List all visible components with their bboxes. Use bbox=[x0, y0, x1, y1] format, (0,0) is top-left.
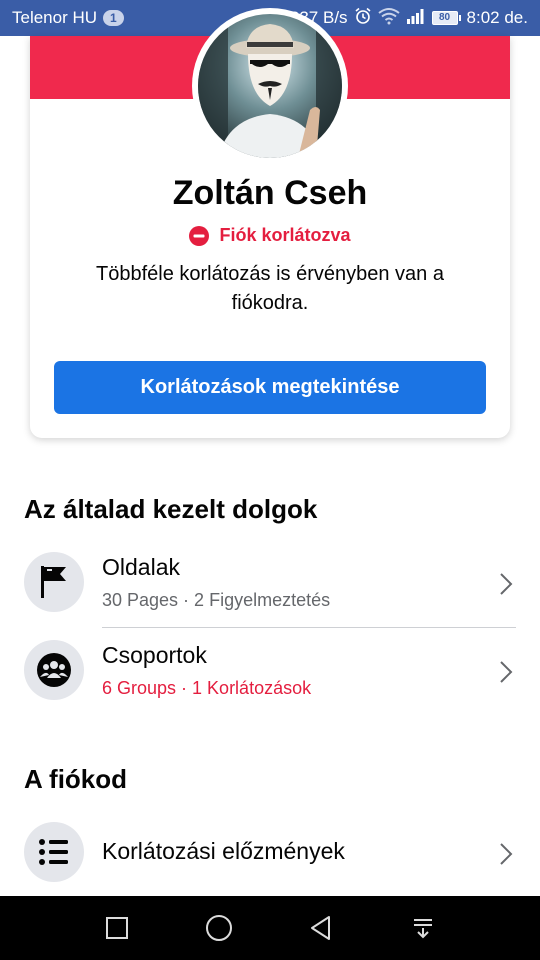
recents-square-icon[interactable] bbox=[97, 908, 137, 948]
account-restricted-status: Fiók korlátozva bbox=[30, 225, 510, 246]
managed-section-title: Az általad kezelt dolgok bbox=[24, 494, 318, 524]
battery-level: 80 bbox=[431, 11, 458, 25]
avatar[interactable] bbox=[192, 8, 348, 164]
notification-count-badge: 1 bbox=[103, 10, 124, 26]
flag-icon bbox=[24, 552, 84, 612]
restriction-history-title: Korlátozási előzmények bbox=[102, 838, 345, 864]
home-circle-icon[interactable] bbox=[199, 908, 239, 948]
clock: 8:02 de. bbox=[466, 8, 528, 27]
signal-icon bbox=[406, 8, 426, 29]
restricted-icon bbox=[189, 225, 210, 246]
chevron-right-icon bbox=[498, 660, 514, 684]
view-restrictions-button[interactable]: Korlátozások megtekintése bbox=[54, 361, 486, 414]
account-section-title: A fiókod bbox=[24, 764, 128, 794]
avatar-photo bbox=[198, 14, 342, 158]
notification-shade-icon[interactable] bbox=[403, 908, 443, 948]
profile-name: Zoltán Cseh bbox=[172, 174, 368, 212]
pages-title: Oldalak bbox=[102, 554, 180, 580]
list-item-restriction-history[interactable]: Korlátozási előzmények bbox=[0, 815, 540, 891]
list-icon bbox=[24, 822, 84, 882]
carrier-name: Telenor HU bbox=[12, 8, 98, 27]
battery-icon: 80 bbox=[431, 11, 461, 25]
profile-card: Zoltán Cseh Fiók korlátozva Többféle kor… bbox=[30, 8, 510, 438]
alarm-icon bbox=[354, 7, 372, 30]
restriction-description: Többféle korlátozás is érvényben van a f… bbox=[96, 263, 444, 314]
screen: Telenor HU 1 237 B/s 80 8:02 de. Zoltán … bbox=[0, 0, 540, 960]
groups-title: Csoportok bbox=[102, 642, 207, 668]
chevron-right-icon bbox=[498, 842, 514, 866]
list-item-groups[interactable]: Csoportok 6 Groups · 1 Korlátozások bbox=[0, 633, 540, 709]
navigation-bar bbox=[0, 896, 540, 960]
restricted-label: Fiók korlátozva bbox=[219, 225, 351, 245]
pages-subtitle: 30 Pages · 2 Figyelmeztetés bbox=[102, 590, 331, 610]
list-item-pages[interactable]: Oldalak 30 Pages · 2 Figyelmeztetés bbox=[0, 545, 540, 621]
groups-icon bbox=[24, 640, 84, 700]
chevron-right-icon bbox=[498, 572, 514, 596]
wifi-icon bbox=[377, 7, 400, 30]
back-triangle-icon[interactable] bbox=[301, 908, 341, 948]
groups-subtitle: 6 Groups · 1 Korlátozások bbox=[102, 678, 312, 698]
divider bbox=[102, 627, 516, 628]
